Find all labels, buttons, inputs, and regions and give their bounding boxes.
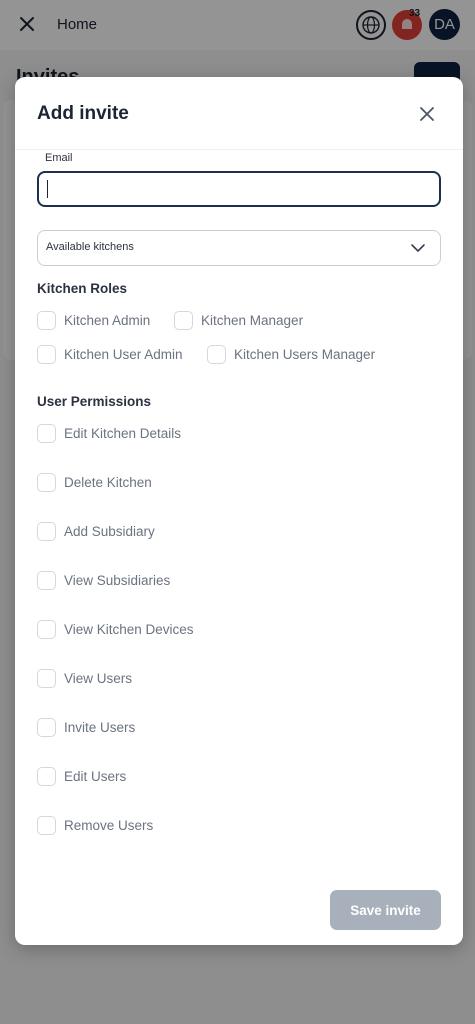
checkbox[interactable] — [37, 473, 56, 492]
kitchen-roles-title: Kitchen Roles — [37, 281, 128, 296]
close-icon[interactable] — [417, 104, 437, 124]
checkbox-label: Invite Users — [64, 720, 136, 735]
perm-invite-users[interactable]: Invite Users — [37, 718, 135, 737]
role-kitchen-manager[interactable]: Kitchen Manager — [174, 311, 303, 330]
checkbox-label: Kitchen User Admin — [64, 347, 183, 362]
checkbox-label: Edit Users — [64, 769, 127, 784]
modal-header: Add invite — [15, 77, 463, 150]
perm-delete-kitchen[interactable]: Delete Kitchen — [37, 473, 152, 492]
checkbox[interactable] — [37, 571, 56, 590]
role-kitchen-admin[interactable]: Kitchen Admin — [37, 311, 150, 330]
checkbox[interactable] — [37, 522, 56, 541]
checkbox[interactable] — [37, 345, 56, 364]
save-invite-button[interactable]: Save invite — [330, 890, 441, 930]
email-field[interactable] — [37, 171, 441, 207]
checkbox-label: View Users — [64, 671, 133, 686]
perm-view-users[interactable]: View Users — [37, 669, 132, 688]
email-label: Email — [45, 152, 73, 164]
perm-remove-users[interactable]: Remove Users — [37, 816, 153, 835]
checkbox-label: Kitchen Admin — [64, 313, 151, 328]
user-permissions-title: User Permissions — [37, 394, 152, 409]
checkbox[interactable] — [174, 311, 193, 330]
checkbox-label: View Kitchen Devices — [64, 622, 194, 637]
perm-edit-users[interactable]: Edit Users — [37, 767, 126, 786]
checkbox-label: View Subsidiaries — [64, 573, 171, 588]
perm-view-subsidiaries[interactable]: View Subsidiaries — [37, 571, 170, 590]
kitchens-select-value: Available kitchens — [46, 241, 134, 253]
checkbox-label: Edit Kitchen Details — [64, 426, 182, 441]
checkbox-label: Add Subsidiary — [64, 524, 155, 539]
perm-edit-kitchen-details[interactable]: Edit Kitchen Details — [37, 424, 181, 443]
checkbox[interactable] — [207, 345, 226, 364]
modal-title: Add invite — [37, 103, 129, 124]
checkbox-label: Kitchen Manager — [201, 313, 304, 328]
perm-add-subsidiary[interactable]: Add Subsidiary — [37, 522, 155, 541]
checkbox[interactable] — [37, 311, 56, 330]
checkbox[interactable] — [37, 767, 56, 786]
checkbox[interactable] — [37, 718, 56, 737]
checkbox[interactable] — [37, 424, 56, 443]
kitchens-select[interactable]: Available kitchens — [37, 230, 441, 266]
add-invite-modal: Add invite Email Available kitchens Kitc… — [15, 77, 463, 945]
checkbox-label: Remove Users — [64, 818, 154, 833]
checkbox-label: Delete Kitchen — [64, 475, 152, 490]
checkbox[interactable] — [37, 669, 56, 688]
chevron-down-icon — [411, 244, 425, 252]
perm-view-kitchen-devices[interactable]: View Kitchen Devices — [37, 620, 194, 639]
text-caret — [47, 180, 48, 198]
checkbox[interactable] — [37, 816, 56, 835]
checkbox-label: Kitchen Users Manager — [234, 347, 376, 362]
role-kitchen-user-admin[interactable]: Kitchen User Admin — [37, 345, 183, 364]
role-kitchen-users-manager[interactable]: Kitchen Users Manager — [207, 345, 375, 364]
checkbox[interactable] — [37, 620, 56, 639]
